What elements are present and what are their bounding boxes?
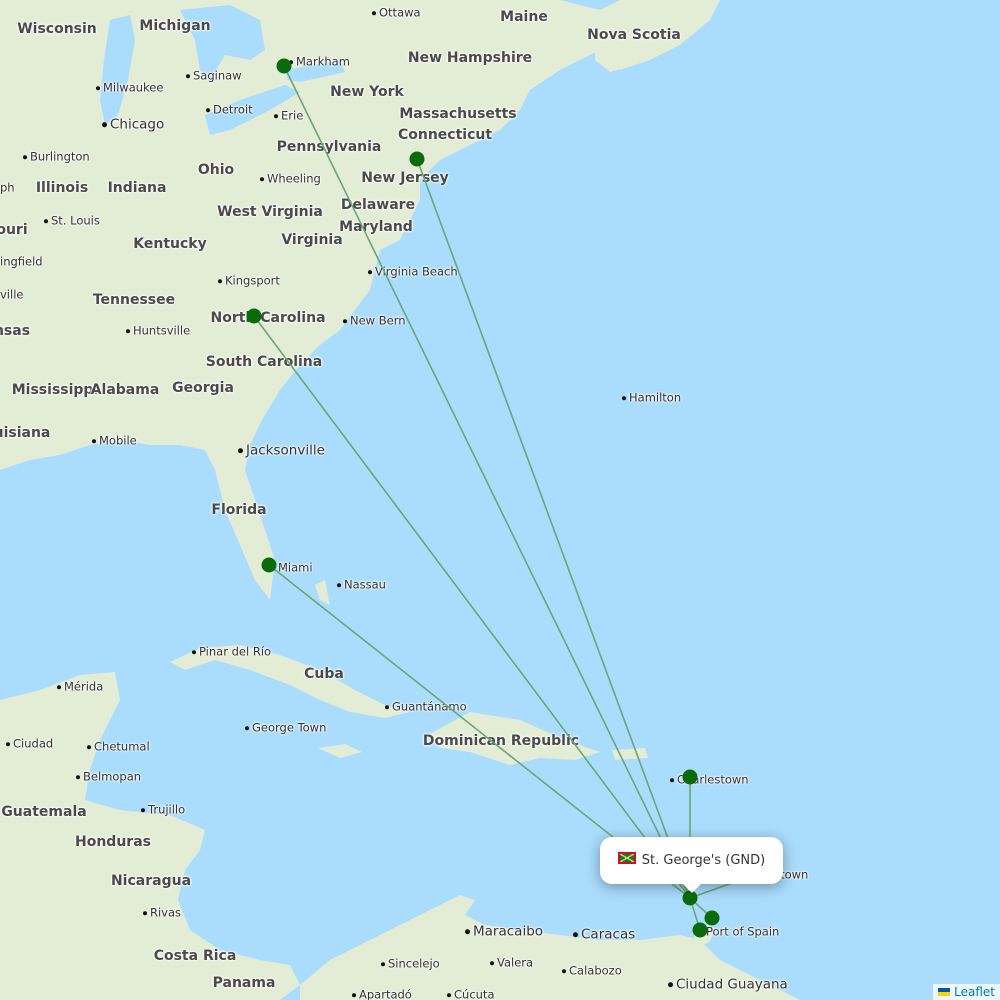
city-label: Rivas [143, 907, 181, 919]
city-label: St. Louis [44, 215, 100, 227]
city-label: Mobile [92, 435, 137, 447]
region-label: Virginia [281, 232, 343, 248]
city-label: Charlestown [670, 774, 749, 786]
city-label: ph [0, 180, 15, 195]
city-label: Ciudad [6, 738, 53, 750]
leaflet-link[interactable]: Leaflet [954, 985, 995, 999]
city-label: Cúcuta [447, 989, 495, 1000]
region-label: Ohio [197, 162, 235, 178]
region-label: Massachusetts [399, 106, 517, 122]
city-label: Pinar del Río [192, 646, 271, 658]
city-label: Milwaukee [96, 82, 163, 94]
city-label: ville [0, 287, 24, 302]
region-label: West Virginia [217, 204, 323, 220]
region-label: uisiana [0, 425, 51, 441]
region-label: Delaware [340, 197, 416, 213]
city-label: Detroit [206, 104, 253, 116]
region-label: New Hampshire [407, 50, 533, 66]
city-label: Caracas [573, 928, 635, 942]
ukraine-flag-icon [938, 988, 951, 996]
attribution[interactable]: Leaflet [933, 984, 1000, 1000]
region-label: Guatemala [1, 804, 87, 820]
city-label: Saginaw [186, 70, 242, 82]
region-label: Cuba [304, 666, 344, 682]
region-label: Florida [211, 502, 267, 518]
region-label: Wisconsin [17, 21, 97, 37]
city-label: Ciudad Guayana [668, 978, 788, 992]
city-label: Burlington [23, 151, 90, 163]
region-label: Mississippi [11, 382, 99, 398]
region-label: North Carolina [210, 310, 326, 326]
region-label: New York [330, 84, 404, 100]
region-label: Georgia [172, 380, 234, 396]
city-label: Ottawa [372, 7, 421, 19]
land-puerto-rico [612, 748, 648, 760]
region-label: Nicaragua [110, 873, 192, 889]
region-label: Pennsylvania [276, 139, 382, 155]
land-bahamas [315, 580, 330, 605]
city-label: George Town [245, 722, 326, 734]
city-label: Belmopan [76, 771, 141, 783]
region-label: Maine [500, 9, 548, 25]
city-label: Virginia Beach [368, 266, 458, 278]
basemap[interactable] [0, 0, 1000, 1000]
city-label: ingfield [0, 254, 43, 269]
region-label: Nova Scotia [587, 27, 681, 43]
city-label: Calabozo [562, 965, 622, 977]
grenada-flag-icon [617, 851, 636, 864]
city-label: Chicago [102, 118, 164, 132]
region-label: Michigan [139, 18, 211, 34]
region-label: New Jersey [361, 170, 449, 186]
region-label: Maryland [339, 219, 413, 235]
city-label: Markham [289, 56, 350, 68]
land-tobago [708, 912, 716, 920]
region-label: Honduras [75, 834, 151, 850]
popup-tip [681, 883, 702, 893]
region-label: ouri [0, 222, 28, 238]
city-label: Maracaibo [465, 925, 543, 939]
region-label: Alabama [90, 382, 160, 398]
region-label: Connecticut [397, 127, 493, 143]
city-label: Port of Spain [706, 924, 780, 939]
city-label: Nassau [337, 579, 386, 591]
city-label: Kingsport [218, 275, 280, 287]
region-label: Costa Rica [153, 948, 237, 964]
city-label: Mérida [57, 681, 103, 693]
region-label: South Carolina [205, 354, 323, 370]
city-label: New Bern [343, 315, 406, 327]
airport-popup[interactable]: St. George's (GND) [600, 837, 783, 893]
city-label: Guantánamo [385, 701, 467, 713]
city-label: Huntsville [126, 325, 190, 337]
city-label: Wheeling [260, 173, 321, 185]
city-label: Chetumal [87, 741, 150, 753]
region-label: Kentucky [133, 236, 207, 252]
region-label: Panama [212, 975, 276, 991]
city-label: Hamilton [622, 392, 681, 404]
popup-airport-name: St. George's (GND) [641, 853, 766, 868]
city-label: Miami [278, 560, 313, 575]
region-label: Dominican Republic [422, 733, 580, 749]
land-jamaica [318, 744, 362, 758]
region-label: Tennessee [92, 292, 176, 308]
city-label: Sincelejo [381, 958, 440, 970]
region-label: nsas [0, 323, 31, 339]
city-label: Jacksonville [238, 444, 325, 458]
city-label: Trujillo [141, 804, 185, 816]
map-container[interactable]: Wisconsin Michigan Maine Nova Scotia New… [0, 0, 1000, 1000]
city-label: Apartadó [352, 989, 412, 1000]
city-label: Erie [274, 110, 303, 122]
region-label: Illinois [35, 180, 89, 196]
region-label: Indiana [107, 180, 167, 196]
city-label: Valera [490, 957, 533, 969]
